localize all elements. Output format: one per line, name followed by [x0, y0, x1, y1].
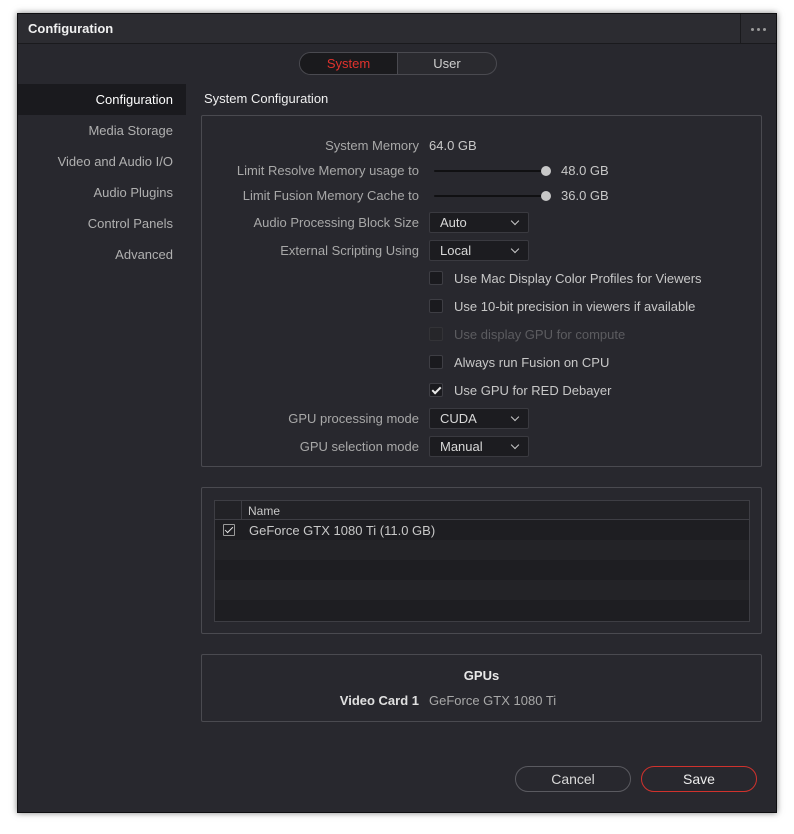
- gpu-table: Name GeForce GTX 1080 Ti (11.0 GB): [214, 500, 750, 622]
- system-memory-label: System Memory: [325, 138, 419, 153]
- red-debayer-checkbox[interactable]: [429, 383, 443, 397]
- gpu-selection-value: Manual: [440, 439, 483, 454]
- system-config-panel: System Memory 64.0 GB Limit Resolve Memo…: [201, 115, 762, 467]
- resolve-memory-value: 48.0 GB: [561, 163, 609, 178]
- resolve-memory-slider[interactable]: [434, 166, 551, 176]
- resolve-memory-label: Limit Resolve Memory usage to: [236, 163, 419, 178]
- gpu-select-checkbox[interactable]: [223, 524, 235, 536]
- gpu-processing-label: GPU processing mode: [288, 411, 419, 426]
- table-row-empty: [215, 600, 749, 620]
- save-button[interactable]: Save: [641, 766, 757, 792]
- checkbox-row-display-gpu: Use display GPU for compute: [202, 325, 761, 345]
- checkbox-row-mac-color: Use Mac Display Color Profiles for Viewe…: [202, 269, 761, 289]
- sidebar-item-media-storage[interactable]: Media Storage: [18, 115, 186, 146]
- tab-user[interactable]: User: [398, 53, 496, 74]
- chevron-down-icon: [510, 412, 520, 422]
- checkbox-label: Always run Fusion on CPU: [454, 355, 610, 370]
- more-options-button[interactable]: [740, 14, 776, 44]
- table-row-empty: [215, 560, 749, 580]
- more-icon: [751, 27, 754, 31]
- configuration-window: Configuration System User Configuration …: [17, 13, 777, 813]
- slider-handle[interactable]: [541, 191, 551, 201]
- more-icon-dot: [763, 27, 766, 31]
- system-memory-value: 64.0 GB: [429, 138, 477, 153]
- gpus-heading: GPUs: [463, 668, 500, 683]
- chevron-down-icon: [510, 216, 520, 226]
- video-card-value: GeForce GTX 1080 Ti: [429, 693, 557, 708]
- fusion-cpu-checkbox[interactable]: [429, 355, 443, 369]
- checkbox-label: Use GPU for RED Debayer: [454, 383, 612, 398]
- table-row-empty: [215, 540, 749, 560]
- fusion-memory-label: Limit Fusion Memory Cache to: [242, 188, 419, 203]
- checkmark-icon: [431, 384, 442, 395]
- window-title: Configuration: [28, 21, 114, 36]
- slider-handle[interactable]: [541, 166, 551, 176]
- mac-color-profiles-checkbox[interactable]: [429, 271, 443, 285]
- system-user-tabs: System User: [299, 52, 497, 75]
- gpus-info-panel: GPUs Video Card 1 GeForce GTX 1080 Ti: [201, 654, 762, 722]
- table-row[interactable]: GeForce GTX 1080 Ti (11.0 GB): [215, 520, 749, 540]
- video-card-label: Video Card 1: [339, 693, 419, 708]
- tab-system[interactable]: System: [300, 53, 398, 74]
- gpu-processing-dropdown[interactable]: CUDA: [429, 408, 529, 429]
- resolve-memory-row: Limit Resolve Memory usage to 48.0 GB: [202, 161, 761, 181]
- fusion-memory-slider[interactable]: [434, 191, 551, 201]
- gpu-selection-label: GPU selection mode: [299, 439, 419, 454]
- scripting-value: Local: [440, 243, 472, 258]
- sidebar-item-advanced[interactable]: Advanced: [18, 239, 186, 270]
- scripting-label: External Scripting Using: [280, 243, 419, 258]
- sidebar-item-control-panels[interactable]: Control Panels: [18, 208, 186, 239]
- audio-block-label: Audio Processing Block Size: [253, 215, 419, 230]
- scripting-row: External Scripting Using Local: [202, 240, 761, 261]
- checkbox-row-10bit: Use 10-bit precision in viewers if avail…: [202, 297, 761, 317]
- audio-block-row: Audio Processing Block Size Auto: [202, 212, 761, 233]
- table-row-empty: [215, 580, 749, 600]
- chevron-down-icon: [510, 440, 520, 450]
- scripting-dropdown[interactable]: Local: [429, 240, 529, 261]
- gpu-processing-row: GPU processing mode CUDA: [202, 408, 761, 429]
- gpu-selection-row: GPU selection mode Manual: [202, 436, 761, 457]
- sidebar-item-video-audio-io[interactable]: Video and Audio I/O: [18, 146, 186, 177]
- section-title: System Configuration: [204, 91, 329, 106]
- cancel-button[interactable]: Cancel: [515, 766, 631, 792]
- checkbox-row-fusion-cpu: Always run Fusion on CPU: [202, 353, 761, 373]
- audio-block-dropdown[interactable]: Auto: [429, 212, 529, 233]
- more-icon-dot: [757, 27, 760, 31]
- system-memory-row: System Memory 64.0 GB: [202, 136, 761, 156]
- audio-block-value: Auto: [440, 215, 467, 230]
- checkbox-row-red-debayer: Use GPU for RED Debayer: [202, 381, 761, 401]
- fusion-memory-row: Limit Fusion Memory Cache to 36.0 GB: [202, 186, 761, 206]
- display-gpu-compute-checkbox: [429, 327, 443, 341]
- gpu-selection-dropdown[interactable]: Manual: [429, 436, 529, 457]
- column-divider: [241, 501, 242, 520]
- ten-bit-precision-checkbox[interactable]: [429, 299, 443, 313]
- name-column-header[interactable]: Name: [248, 504, 280, 518]
- gpu-processing-value: CUDA: [440, 411, 477, 426]
- checkbox-label: Use Mac Display Color Profiles for Viewe…: [454, 271, 702, 286]
- sidebar: Configuration Media Storage Video and Au…: [18, 84, 186, 270]
- chevron-down-icon: [510, 244, 520, 254]
- table-header: Name: [215, 501, 749, 520]
- checkbox-label: Use 10-bit precision in viewers if avail…: [454, 299, 696, 314]
- sidebar-item-configuration[interactable]: Configuration: [18, 84, 186, 115]
- gpu-name: GeForce GTX 1080 Ti (11.0 GB): [249, 523, 436, 538]
- title-bar: Configuration: [18, 14, 776, 44]
- checkmark-icon: [224, 524, 234, 534]
- checkbox-label: Use display GPU for compute: [454, 327, 626, 342]
- gpu-list-panel: Name GeForce GTX 1080 Ti (11.0 GB): [201, 487, 762, 634]
- fusion-memory-value: 36.0 GB: [561, 188, 609, 203]
- sidebar-item-audio-plugins[interactable]: Audio Plugins: [18, 177, 186, 208]
